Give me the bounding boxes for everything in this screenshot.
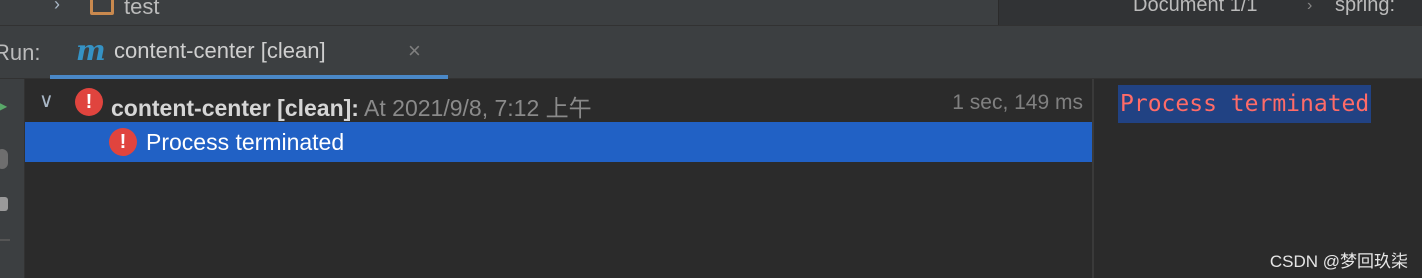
rerun-icon[interactable]: ▶ (0, 99, 7, 113)
error-icon: ! (109, 128, 137, 156)
run-panel-label: Run: (0, 40, 41, 65)
tree-row-process-terminated[interactable]: ! Process terminated (25, 122, 1092, 162)
breadcrumb-separator-icon: › (1307, 0, 1313, 14)
folder-icon (90, 0, 114, 15)
breadcrumb-document[interactable]: Document 1/1 (1133, 0, 1258, 17)
tree-row-label: Process terminated (146, 129, 345, 155)
build-project-name: content-center (111, 95, 271, 121)
build-title: content-center [clean]: At 2021/9/8, 7:1… (111, 89, 592, 123)
chevron-down-icon[interactable]: ∨ (39, 88, 54, 113)
run-tab-bar: Run: m content-center [clean] × (0, 25, 1422, 79)
console-output[interactable]: Process terminated CSDN @梦回玖柒 (1094, 79, 1422, 278)
watermark: CSDN @梦回玖柒 (1269, 252, 1408, 271)
run-toolbar: ▶ (0, 79, 25, 278)
settings-icon[interactable] (0, 197, 8, 211)
build-duration: 1 sec, 149 ms (952, 91, 1083, 114)
maven-icon: m (76, 34, 106, 67)
close-icon[interactable]: × (408, 38, 421, 64)
console-line: Process terminated (1118, 85, 1372, 123)
stop-icon[interactable] (0, 149, 8, 169)
chevron-right-icon[interactable]: › (54, 0, 60, 15)
build-start-time: At 2021/9/8, 7:12 上午 (358, 95, 592, 121)
project-tree-area: › test (0, 0, 998, 25)
error-icon: ! (75, 88, 103, 116)
project-tree-strip: › test Document 1/1 › spring: (0, 0, 1422, 25)
editor-breadcrumb-area: Document 1/1 › spring: (998, 0, 1422, 25)
tab-content-center-clean[interactable]: m content-center [clean] × (50, 26, 448, 79)
tab-title: content-center [clean] (114, 38, 326, 63)
divider (0, 239, 10, 241)
tree-item-test[interactable]: test (124, 0, 159, 20)
build-tree: ∨ ! content-center [clean]: At 2021/9/8,… (25, 79, 1092, 278)
tree-row-build[interactable]: ∨ ! content-center [clean]: At 2021/9/8,… (25, 82, 1092, 122)
build-goal: [clean]: (270, 95, 359, 121)
breadcrumb-spring[interactable]: spring: (1335, 0, 1395, 17)
